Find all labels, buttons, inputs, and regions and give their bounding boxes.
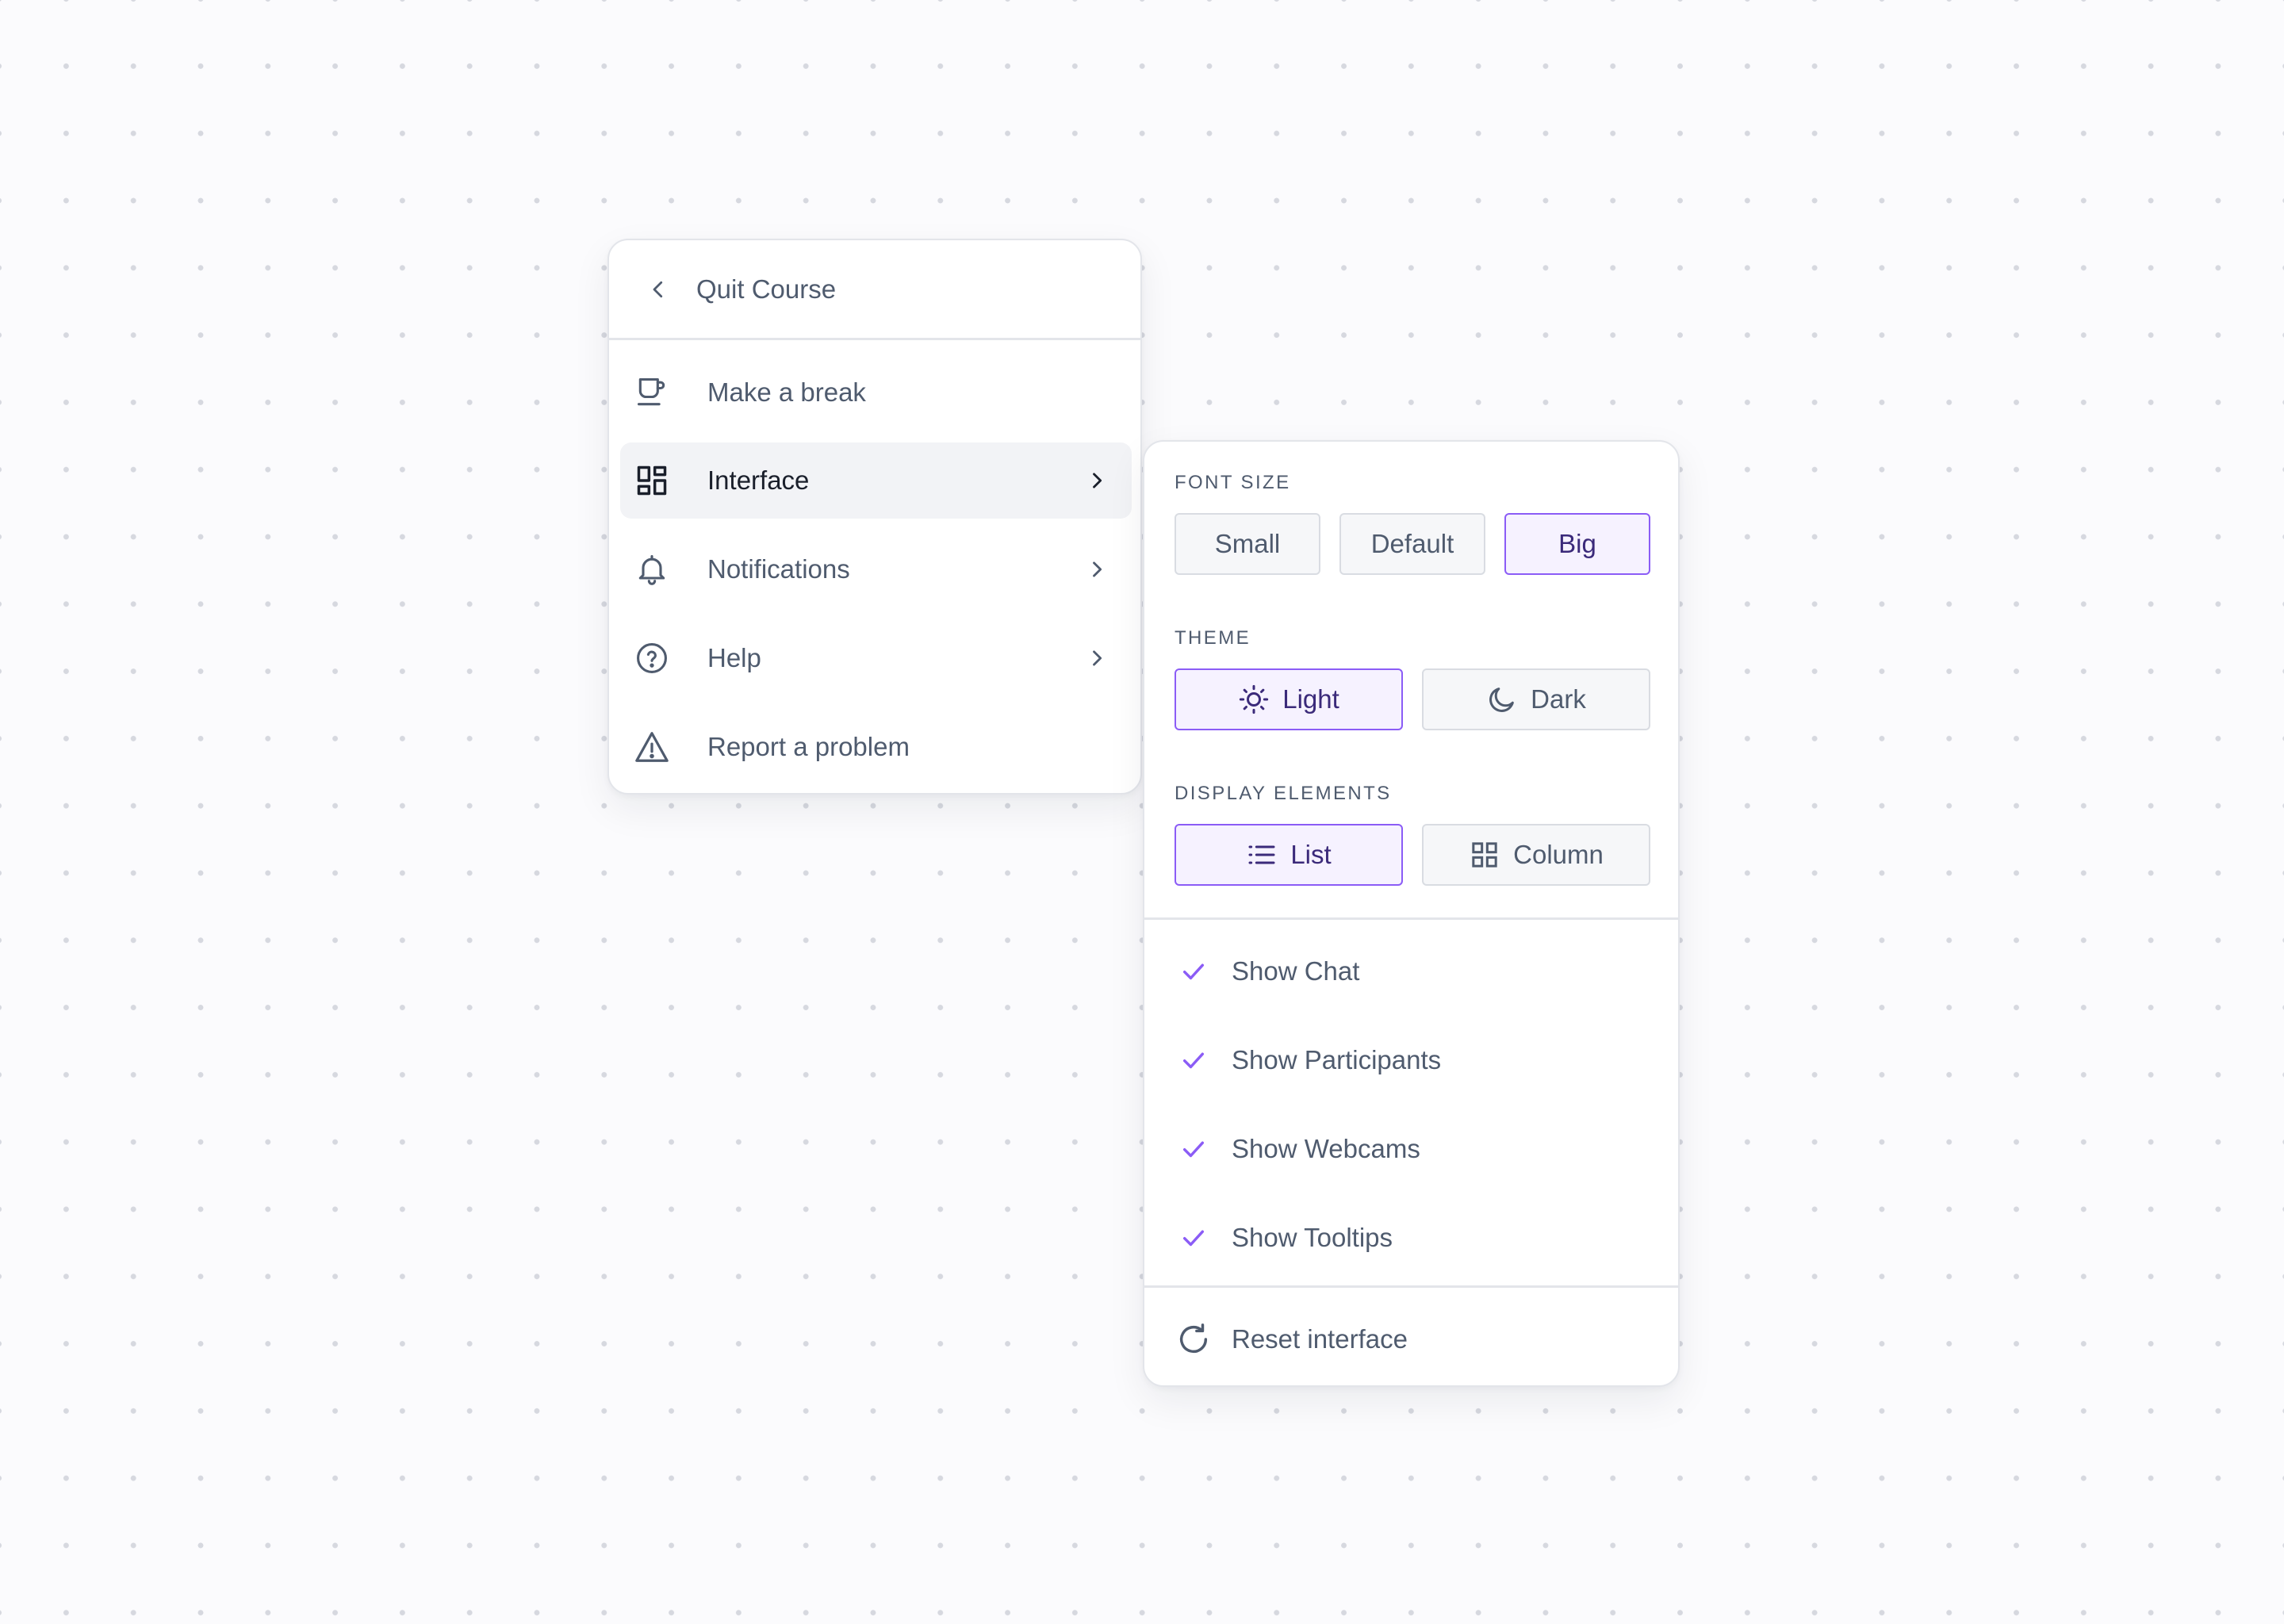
course-menu: Quit Course Make a break Interface Notif… [607,239,1142,795]
divider [1144,1285,1678,1288]
check-icon [1180,1136,1207,1162]
quit-course-label: Quit Course [696,274,837,304]
sun-icon [1238,684,1270,715]
display-list-button[interactable]: List [1175,824,1403,886]
font-size-option-label: Small [1214,529,1281,558]
theme-dark-button[interactable]: Dark [1422,668,1650,730]
chevron-left-icon [646,278,670,301]
menu-item-report-a-problem[interactable]: Report a problem [620,709,1132,785]
toggle-label: Show Webcams [1232,1134,1420,1163]
check-icon [1180,1047,1207,1074]
font-size-title: FONT SIZE [1175,472,1291,493]
font-size-option-label: Big [1558,529,1596,558]
font-size-default-button[interactable]: Default [1339,513,1485,575]
display-option-label: Column [1513,840,1604,869]
chevron-right-icon [1086,558,1108,580]
theme-option-label: Light [1282,684,1339,714]
toggle-label: Show Participants [1232,1045,1442,1074]
menu-item-label: Report a problem [707,732,910,761]
interface-submenu: FONT SIZE Small Default Big THEME Light … [1143,440,1680,1387]
toggle-show-chat[interactable]: Show Chat [1144,933,1678,1009]
theme-light-button[interactable]: Light [1175,668,1403,730]
quit-course-button[interactable]: Quit Course [609,240,1140,340]
question-circle-icon [634,641,669,676]
list-icon [1246,839,1278,871]
display-elements-title: DISPLAY ELEMENTS [1175,783,1392,804]
reset-interface-button[interactable]: Reset interface [1144,1301,1678,1377]
chevron-right-icon [1086,647,1108,669]
menu-item-interface[interactable]: Interface [620,442,1132,519]
menu-item-make-a-break[interactable]: Make a break [620,354,1132,431]
bell-icon [634,552,669,587]
menu-item-notifications[interactable]: Notifications [620,531,1132,607]
reset-interface-label: Reset interface [1232,1324,1408,1354]
menu-item-label: Notifications [707,554,850,584]
menu-item-label: Help [707,643,761,672]
chevron-right-icon [1086,469,1108,492]
theme-option-label: Dark [1531,684,1586,714]
toggle-show-tooltips[interactable]: Show Tooltips [1144,1200,1678,1276]
dashboard-layout-icon [634,463,669,498]
menu-item-label: Make a break [707,377,866,407]
font-size-big-button[interactable]: Big [1504,513,1650,575]
refresh-icon [1175,1321,1212,1358]
warning-triangle-icon [634,729,670,765]
display-column-button[interactable]: Column [1422,824,1650,886]
theme-title: THEME [1175,627,1251,649]
display-option-label: List [1290,840,1332,869]
coffee-cup-icon [634,375,669,410]
check-icon [1180,958,1207,985]
divider [1144,917,1678,920]
font-size-small-button[interactable]: Small [1175,513,1320,575]
menu-item-help[interactable]: Help [620,620,1132,696]
check-icon [1180,1224,1207,1251]
toggle-label: Show Tooltips [1232,1223,1393,1252]
font-size-option-label: Default [1370,529,1454,558]
toggle-label: Show Chat [1232,956,1360,986]
toggle-show-webcams[interactable]: Show Webcams [1144,1111,1678,1187]
toggle-show-participants[interactable]: Show Participants [1144,1022,1678,1098]
menu-item-label: Interface [707,465,810,495]
moon-icon [1486,684,1518,715]
grid-icon [1469,839,1500,871]
